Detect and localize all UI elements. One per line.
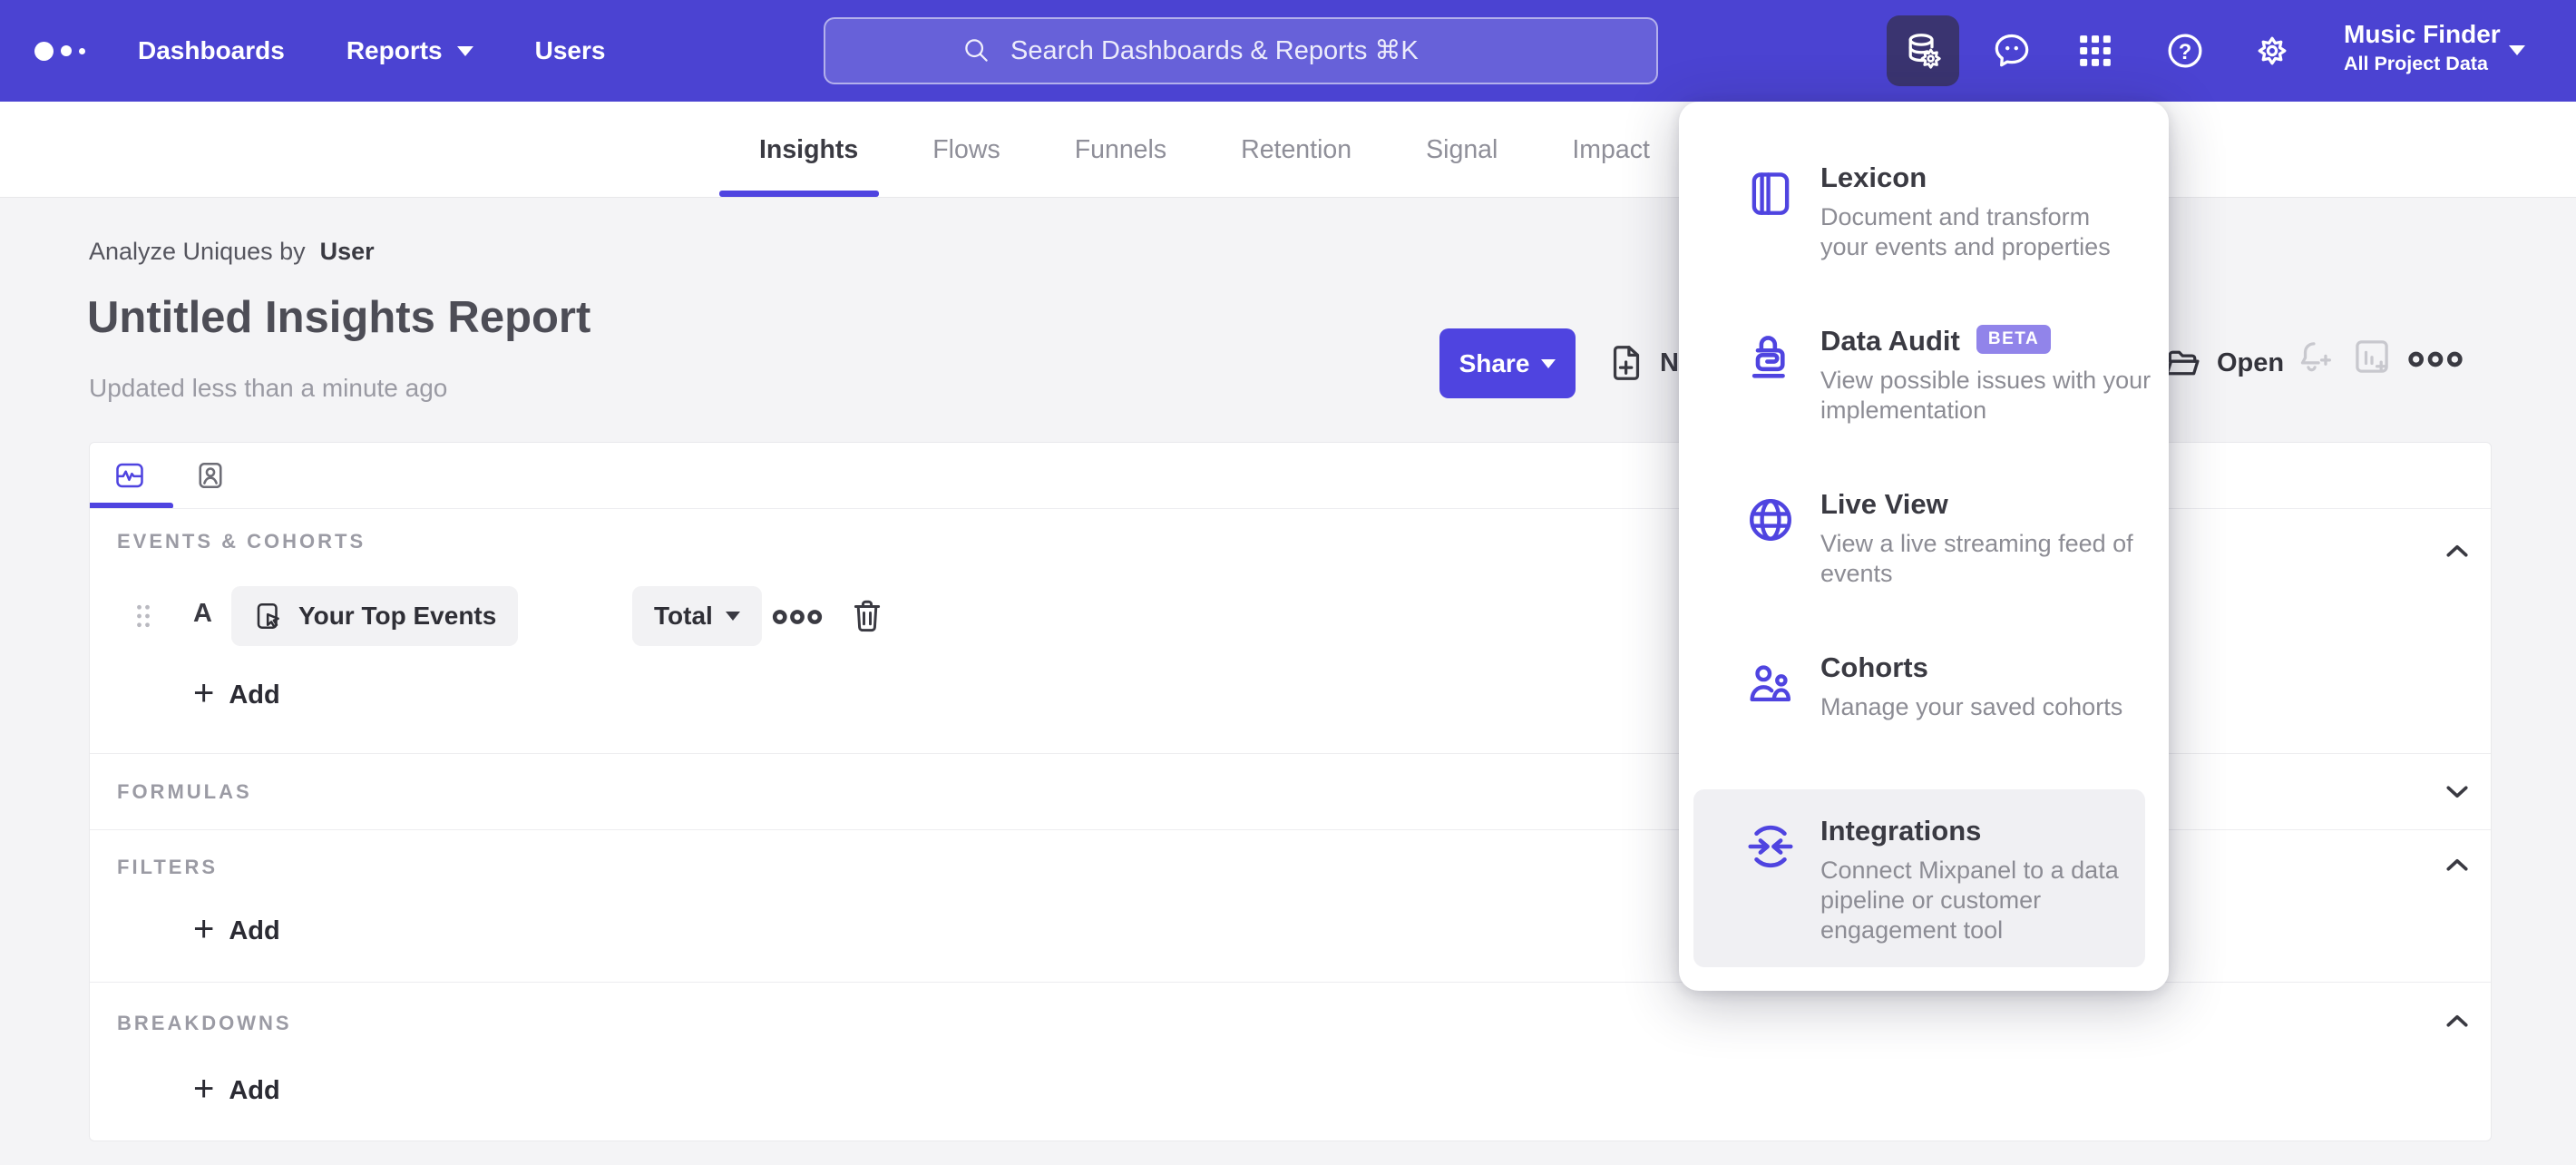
events-collapse-chevron-up-icon[interactable] — [2441, 535, 2474, 568]
events-cohorts-label: EVENTS & COHORTS — [117, 530, 366, 553]
event-selector-pill[interactable]: Your Top Events — [231, 586, 519, 646]
tab-flows[interactable]: Flows — [932, 135, 1000, 165]
search-icon — [965, 39, 988, 62]
breakdowns-collapse-chevron-up-icon[interactable] — [2441, 1005, 2474, 1038]
menu-item-title: Lexicon — [1820, 162, 1927, 193]
beta-badge: BETA — [1976, 325, 2052, 354]
menu-item-desc: Document and transform your events and p… — [1820, 203, 2111, 260]
bell-plus-icon[interactable] — [2291, 336, 2333, 377]
menu-item-desc: Connect Mixpanel to a data pipeline or c… — [1820, 857, 2119, 944]
tab-funnels[interactable]: Funnels — [1075, 135, 1166, 165]
analyze-uniques-row: Analyze Uniques by User — [89, 238, 375, 266]
tab-retention[interactable]: Retention — [1241, 135, 1351, 165]
menu-item-desc: View possible issues with your implement… — [1820, 367, 2152, 424]
menu-item-live-view[interactable]: Live View View a live streaming feed of … — [1744, 488, 2133, 589]
data-management-icon — [1908, 34, 1941, 69]
global-search[interactable] — [824, 17, 1658, 84]
analyze-value-selector[interactable]: User — [320, 238, 375, 266]
active-tab-underline — [719, 191, 879, 197]
report-title[interactable]: Untitled Insights Report — [87, 292, 590, 343]
menu-item-title: Integrations — [1820, 815, 1982, 847]
top-navbar: Dashboards Reports Users Search Dashboar… — [0, 0, 2576, 102]
event-cursor-icon — [257, 602, 279, 630]
help-icon[interactable]: ? — [2164, 30, 2206, 72]
project-caret-down-icon[interactable] — [2509, 45, 2525, 55]
series-letter: A — [193, 599, 212, 628]
more-actions-ellipsis-icon[interactable] — [2407, 348, 2464, 370]
menu-item-title: Live View — [1820, 488, 1948, 520]
menu-item-title: Cohorts — [1820, 651, 1928, 683]
metric-caret-down-icon — [725, 612, 740, 621]
cohorts-people-icon — [1750, 665, 1791, 702]
project-switcher[interactable]: Music Finder All Project Data — [2344, 20, 2501, 75]
settings-gear-icon[interactable] — [2251, 30, 2293, 72]
menu-item-desc: View a live streaming feed of events — [1820, 530, 2133, 587]
breakdowns-label: BREAKDOWNS — [117, 1012, 292, 1034]
caret-down-icon — [456, 45, 473, 56]
open-report-button[interactable]: Open — [2162, 338, 2284, 388]
menu-item-integrations[interactable]: Integrations Connect Mixpanel to a data … — [1744, 815, 2119, 945]
menu-item-title: Data Audit — [1820, 325, 1960, 357]
project-name: Music Finder — [2344, 20, 2501, 48]
plus-icon: + — [193, 909, 215, 949]
live-view-globe-icon — [1750, 499, 1791, 541]
share-button[interactable]: Share — [1439, 328, 1576, 398]
tab-signal[interactable]: Signal — [1426, 135, 1498, 165]
formulas-label: FORMULAS — [117, 780, 252, 803]
add-breakdown-button[interactable]: + Add — [193, 1067, 280, 1114]
search-input[interactable] — [1009, 34, 1520, 67]
filters-collapse-chevron-up-icon[interactable] — [2441, 849, 2474, 882]
tab-insights[interactable]: Insights — [759, 135, 858, 165]
formulas-collapse-chevron-down-icon[interactable] — [2441, 775, 2474, 808]
add-filter-button[interactable]: + Add — [193, 907, 280, 955]
add-event-button[interactable]: + Add — [193, 671, 280, 719]
data-management-menu: Lexicon Document and transform your even… — [1679, 102, 2169, 991]
integrations-sync-icon — [1748, 825, 1793, 868]
nav-link-reports[interactable]: Reports — [346, 36, 473, 65]
svg-text:?: ? — [2179, 40, 2192, 64]
tab-impact[interactable]: Impact — [1572, 135, 1650, 165]
project-scope: All Project Data — [2344, 53, 2488, 75]
menu-item-cohorts[interactable]: Cohorts Manage your saved cohorts — [1744, 651, 2122, 722]
document-plus-icon — [1613, 346, 1640, 380]
drag-handle-icon[interactable] — [135, 602, 151, 630]
mixpanel-app: Dashboards Reports Users Search Dashboar… — [0, 0, 2576, 1165]
profiles-tab-icon[interactable] — [194, 459, 227, 492]
plus-icon: + — [193, 673, 215, 713]
nav-links: Dashboards Reports Users — [138, 0, 605, 102]
filters-label: FILTERS — [117, 856, 219, 878]
plus-icon: + — [193, 1069, 215, 1109]
insights-pulse-tab-icon[interactable] — [113, 459, 146, 492]
analyze-label: Analyze Uniques by — [89, 238, 306, 265]
lexicon-book-icon — [1751, 172, 1790, 215]
menu-item-data-audit[interactable]: Data Audit BETA View possible issues with… — [1744, 325, 2151, 426]
board-plus-icon[interactable] — [2351, 336, 2393, 377]
menu-item-lexicon[interactable]: Lexicon Document and transform your even… — [1744, 162, 2111, 262]
nav-link-dashboards[interactable]: Dashboards — [138, 36, 285, 65]
feedback-icon[interactable] — [1991, 30, 2033, 72]
apps-grid-icon[interactable] — [2074, 30, 2116, 72]
menu-item-desc: Manage your saved cohorts — [1820, 693, 2123, 720]
updated-timestamp: Updated less than a minute ago — [89, 374, 448, 402]
mixpanel-logo-icon[interactable] — [34, 0, 85, 102]
row-options-ellipsis-icon[interactable] — [772, 607, 823, 627]
share-caret-down-icon — [1541, 358, 1556, 368]
report-tabbar: Insights Flows Funnels Retention Signal … — [0, 102, 2576, 198]
nav-link-users[interactable]: Users — [535, 36, 606, 65]
data-management-button[interactable] — [1887, 15, 1959, 86]
trash-icon[interactable] — [848, 597, 886, 635]
data-audit-lock-icon — [1751, 336, 1785, 378]
metric-dropdown-pill[interactable]: Total — [632, 586, 762, 646]
